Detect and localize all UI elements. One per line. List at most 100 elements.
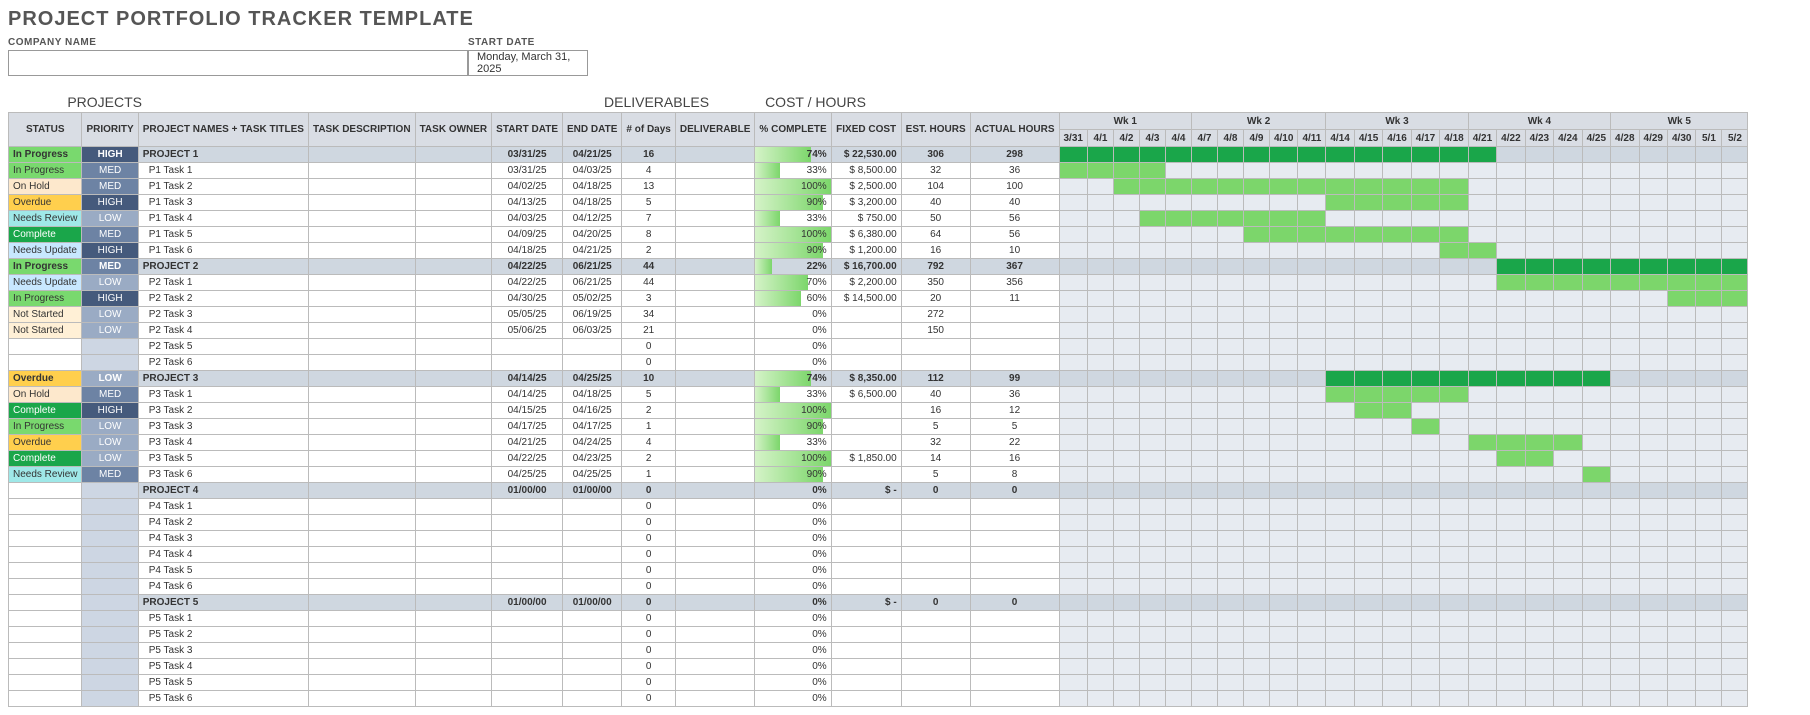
priority-cell[interactable] [82,659,138,675]
actual-hours-cell[interactable]: 16 [970,451,1059,467]
days-cell[interactable]: 8 [622,227,675,243]
fixed-cost-cell[interactable] [831,547,901,563]
fixed-cost-cell[interactable]: $ 3,200.00 [831,195,901,211]
days-cell[interactable]: 16 [622,147,675,163]
percent-complete-cell[interactable]: 33% [755,163,831,179]
priority-cell[interactable] [82,355,138,371]
est-hours-cell[interactable] [901,339,970,355]
deliverable-cell[interactable] [675,563,755,579]
fixed-cost-cell[interactable] [831,563,901,579]
start-date-cell[interactable]: 03/31/25 [492,163,563,179]
percent-complete-cell[interactable]: 100% [755,451,831,467]
actual-hours-cell[interactable] [970,627,1059,643]
name-cell[interactable]: P2 Task 1 [138,275,308,291]
est-hours-cell[interactable] [901,675,970,691]
deliverable-cell[interactable] [675,211,755,227]
owner-cell[interactable] [415,355,492,371]
owner-cell[interactable] [415,563,492,579]
task-row[interactable]: P5 Task 600% [9,691,1748,707]
end-date-cell[interactable] [563,659,622,675]
days-cell[interactable]: 5 [622,387,675,403]
owner-cell[interactable] [415,275,492,291]
percent-complete-cell[interactable]: 0% [755,579,831,595]
deliverable-cell[interactable] [675,195,755,211]
percent-complete-cell[interactable]: 100% [755,227,831,243]
priority-cell[interactable]: HIGH [82,147,138,163]
end-date-cell[interactable] [563,579,622,595]
percent-complete-cell[interactable]: 100% [755,179,831,195]
priority-cell[interactable]: LOW [82,451,138,467]
days-cell[interactable]: 44 [622,259,675,275]
start-date-cell[interactable]: 04/15/25 [492,403,563,419]
deliverable-cell[interactable] [675,275,755,291]
percent-complete-cell[interactable]: 60% [755,291,831,307]
desc-cell[interactable] [308,275,415,291]
owner-cell[interactable] [415,579,492,595]
task-row[interactable]: CompleteHIGHP3 Task 204/15/2504/16/25210… [9,403,1748,419]
name-cell[interactable]: P2 Task 2 [138,291,308,307]
days-cell[interactable]: 3 [622,291,675,307]
deliverable-cell[interactable] [675,467,755,483]
deliverable-cell[interactable] [675,675,755,691]
name-cell[interactable]: P5 Task 5 [138,675,308,691]
status-cell[interactable]: In Progress [9,259,82,275]
days-cell[interactable]: 0 [622,659,675,675]
percent-complete-cell[interactable]: 0% [755,323,831,339]
actual-hours-cell[interactable]: 367 [970,259,1059,275]
start-date-cell[interactable] [492,579,563,595]
end-date-cell[interactable]: 06/19/25 [563,307,622,323]
task-row[interactable]: P2 Task 600% [9,355,1748,371]
actual-hours-cell[interactable]: 22 [970,435,1059,451]
end-date-cell[interactable] [563,531,622,547]
status-cell[interactable]: Overdue [9,195,82,211]
percent-complete-cell[interactable]: 0% [755,659,831,675]
desc-cell[interactable] [308,595,415,611]
deliverable-cell[interactable] [675,291,755,307]
start-date-cell[interactable] [492,659,563,675]
desc-cell[interactable] [308,243,415,259]
est-hours-cell[interactable]: 306 [901,147,970,163]
name-cell[interactable]: PROJECT 5 [138,595,308,611]
percent-complete-cell[interactable]: 90% [755,419,831,435]
owner-cell[interactable] [415,323,492,339]
status-cell[interactable]: Not Started [9,307,82,323]
task-row[interactable]: P5 Task 300% [9,643,1748,659]
project-row[interactable]: PROJECT 501/00/0001/00/0000%$ -00 [9,595,1748,611]
start-date-cell[interactable]: 04/03/25 [492,211,563,227]
actual-hours-cell[interactable] [970,499,1059,515]
est-hours-cell[interactable] [901,691,970,707]
deliverable-cell[interactable] [675,179,755,195]
owner-cell[interactable] [415,259,492,275]
task-row[interactable]: OverdueHIGHP1 Task 304/13/2504/18/25590%… [9,195,1748,211]
desc-cell[interactable] [308,259,415,275]
est-hours-cell[interactable]: 792 [901,259,970,275]
deliverable-cell[interactable] [675,691,755,707]
owner-cell[interactable] [415,547,492,563]
owner-cell[interactable] [415,179,492,195]
percent-complete-cell[interactable]: 70% [755,275,831,291]
desc-cell[interactable] [308,147,415,163]
desc-cell[interactable] [308,227,415,243]
days-cell[interactable]: 0 [622,547,675,563]
start-date-cell[interactable] [492,611,563,627]
name-cell[interactable]: P1 Task 3 [138,195,308,211]
desc-cell[interactable] [308,611,415,627]
name-cell[interactable]: PROJECT 3 [138,371,308,387]
est-hours-cell[interactable]: 104 [901,179,970,195]
status-cell[interactable] [9,611,82,627]
desc-cell[interactable] [308,307,415,323]
owner-cell[interactable] [415,691,492,707]
owner-cell[interactable] [415,195,492,211]
days-cell[interactable]: 21 [622,323,675,339]
end-date-cell[interactable]: 06/03/25 [563,323,622,339]
owner-cell[interactable] [415,419,492,435]
desc-cell[interactable] [308,387,415,403]
deliverable-cell[interactable] [675,243,755,259]
owner-cell[interactable] [415,291,492,307]
est-hours-cell[interactable]: 16 [901,403,970,419]
task-row[interactable]: P5 Task 400% [9,659,1748,675]
status-cell[interactable]: Overdue [9,435,82,451]
end-date-cell[interactable] [563,691,622,707]
fixed-cost-cell[interactable] [831,355,901,371]
deliverable-cell[interactable] [675,451,755,467]
